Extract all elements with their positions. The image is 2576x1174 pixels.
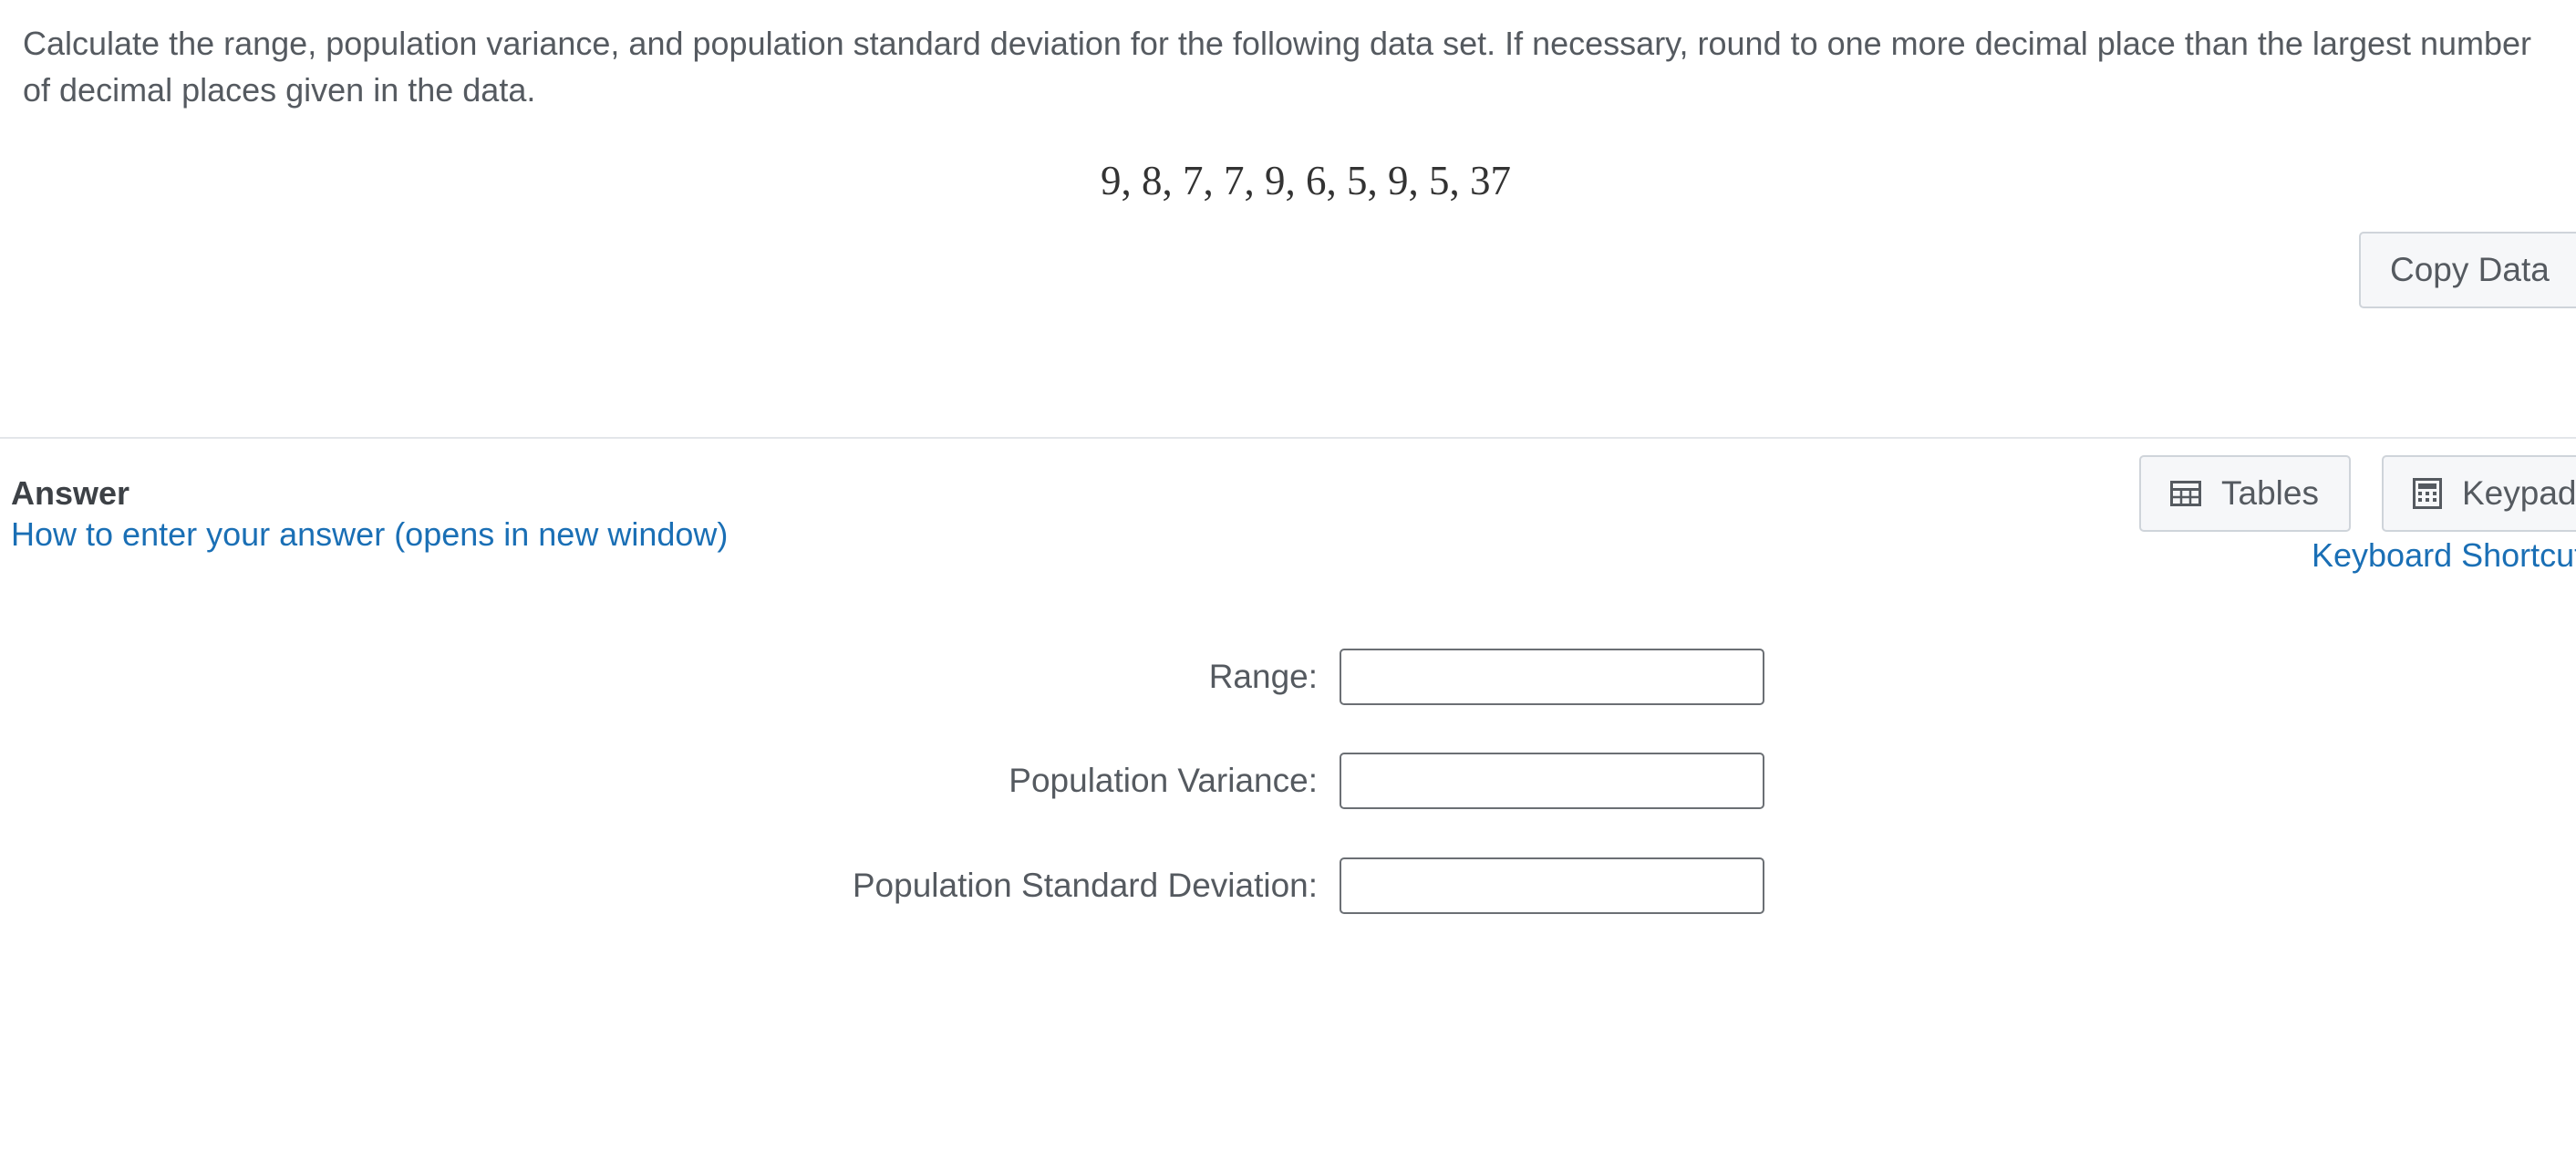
- copy-data-label: Copy Data: [2390, 251, 2550, 288]
- section-divider: [0, 437, 2576, 439]
- population-variance-input[interactable]: [1340, 753, 1764, 809]
- how-to-enter-answer-link[interactable]: How to enter your answer (opens in new w…: [11, 515, 728, 554]
- copy-data-button[interactable]: Copy Data: [2359, 232, 2576, 308]
- range-label: Range:: [1208, 658, 1318, 695]
- tables-button[interactable]: Tables: [2139, 455, 2351, 532]
- calculator-icon: [2413, 478, 2442, 509]
- keypad-button[interactable]: Keypad: [2382, 455, 2576, 532]
- keypad-label: Keypad: [2462, 474, 2576, 512]
- range-input[interactable]: [1340, 649, 1764, 705]
- dataset-values: 9, 8, 7, 7, 9, 6, 5, 9, 5, 37: [1101, 158, 1511, 203]
- tables-label: Tables: [2221, 474, 2319, 512]
- keyboard-shortcuts-link[interactable]: Keyboard Shortcuts: [2312, 536, 2576, 575]
- population-variance-label: Population Variance:: [1009, 762, 1318, 799]
- question-text: Calculate the range, population variance…: [23, 25, 2532, 109]
- answer-title: Answer: [11, 474, 130, 512]
- population-standard-deviation-input[interactable]: [1340, 857, 1764, 914]
- population-standard-deviation-label: Population Standard Deviation:: [852, 867, 1318, 904]
- table-icon: [2170, 481, 2201, 506]
